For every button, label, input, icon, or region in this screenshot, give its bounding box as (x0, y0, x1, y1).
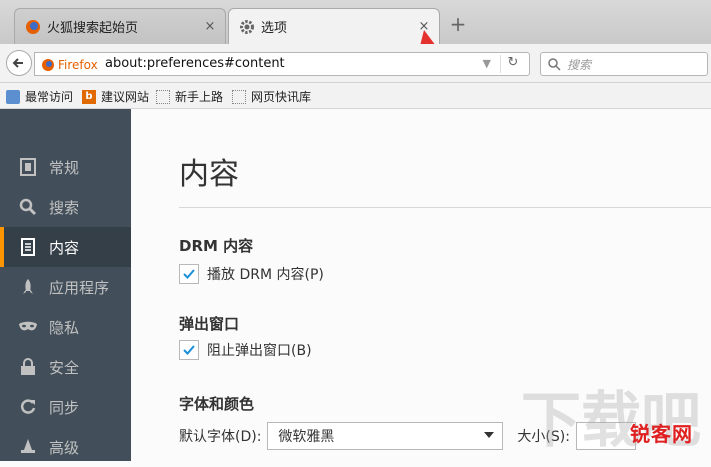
bookmark-getting-started[interactable]: 新手上路 (156, 88, 223, 105)
preferences-content: 内容 DRM 内容 播放 DRM 内容(P) 弹出窗口 阻止弹出窗口(B) 字体… (131, 109, 711, 461)
mask-icon (18, 320, 38, 334)
sidebar-item-label: 常规 (49, 158, 80, 177)
sidebar-item-label: 安全 (49, 358, 80, 377)
bing-icon: b (82, 89, 96, 104)
bookmark-label: 建议网站 (101, 90, 150, 104)
sync-icon (18, 398, 38, 416)
checkbox-label: 阻止弹出窗口(B) (207, 343, 312, 359)
sidebar-item-general[interactable]: 常规 (0, 147, 131, 187)
bookmark-folder-icon (6, 89, 20, 104)
bookmark-label: 最常访问 (25, 90, 74, 104)
back-button[interactable] (6, 50, 32, 76)
sidebar-item-search[interactable]: 搜索 (0, 187, 131, 227)
default-font-select[interactable]: 微软雅黑 (267, 422, 504, 450)
url-text[interactable]: about:preferences#content (105, 56, 285, 71)
default-font-label: 默认字体(D): (179, 429, 262, 445)
general-icon (18, 158, 38, 176)
fonts-heading: 字体和颜色 (179, 395, 255, 413)
rocket-icon (18, 278, 38, 296)
firefox-icon (42, 59, 54, 71)
reload-icon[interactable]: ↻ (500, 55, 525, 73)
url-bar[interactable]: Firefox about:preferences#content ▼ ↻ (34, 52, 530, 76)
bookmark-web-slices[interactable]: 网页快讯库 (232, 88, 311, 105)
bookmark-label: 网页快讯库 (251, 90, 312, 104)
sidebar-item-label: 隐私 (49, 318, 80, 337)
bookmark-most-visited[interactable]: 最常访问 (6, 88, 73, 105)
sidebar-item-label: 内容 (49, 238, 80, 257)
search-placeholder: 搜索 (567, 58, 592, 72)
page-icon (232, 89, 246, 104)
block-popups-checkbox[interactable]: 阻止弹出窗口(B) (179, 340, 312, 360)
sidebar-item-privacy[interactable]: 隐私 (0, 307, 131, 347)
sidebar-item-label: 同步 (49, 398, 80, 417)
navigation-bar: Firefox about:preferences#content ▼ ↻ 搜索 (0, 44, 711, 83)
dropdown-arrow-icon[interactable]: ▼ (483, 57, 491, 70)
play-drm-checkbox[interactable]: 播放 DRM 内容(P) (179, 264, 324, 284)
page-title: 内容 (179, 157, 239, 192)
sidebar-item-advanced[interactable]: 高级 (0, 427, 131, 467)
sidebar-item-label: 高级 (49, 438, 80, 457)
sidebar-item-applications[interactable]: 应用程序 (0, 267, 131, 307)
title-divider (179, 207, 711, 208)
drm-heading: DRM 内容 (179, 237, 254, 255)
sidebar-item-content[interactable]: 内容 (0, 227, 131, 267)
checkbox-label: 播放 DRM 内容(P) (207, 267, 324, 283)
back-arrow-icon (12, 58, 23, 68)
checkmark-icon (183, 269, 195, 279)
default-font-value: 微软雅黑 (278, 429, 335, 445)
search-icon (18, 198, 38, 216)
checkbox[interactable] (179, 264, 199, 284)
preferences-sidebar: 常规 搜索 内容 应用程序 隐私 安全 同步 高级 (0, 109, 131, 461)
content-icon (18, 238, 38, 256)
search-input[interactable]: 搜索 (540, 52, 708, 76)
watermark-logo: 锐客网 (630, 422, 693, 446)
identity-label: Firefox (58, 58, 98, 72)
bookmark-suggested-sites[interactable]: b 建议网站 (82, 88, 149, 105)
chevron-down-icon (484, 432, 495, 438)
identity-box[interactable]: Firefox (41, 56, 98, 74)
page-icon (156, 89, 170, 104)
search-icon (548, 58, 561, 71)
wizard-icon (18, 438, 38, 456)
sidebar-item-label: 搜索 (49, 198, 80, 217)
checkbox[interactable] (179, 340, 199, 360)
sidebar-item-security[interactable]: 安全 (0, 347, 131, 387)
sidebar-item-label: 应用程序 (49, 278, 110, 297)
bookmark-label: 新手上路 (175, 90, 224, 104)
lock-icon (18, 358, 38, 376)
bookmarks-bar: 最常访问 b 建议网站 新手上路 网页快讯库 (0, 83, 711, 109)
sidebar-item-sync[interactable]: 同步 (0, 387, 131, 427)
checkmark-icon (183, 345, 195, 355)
popups-heading: 弹出窗口 (179, 315, 240, 333)
